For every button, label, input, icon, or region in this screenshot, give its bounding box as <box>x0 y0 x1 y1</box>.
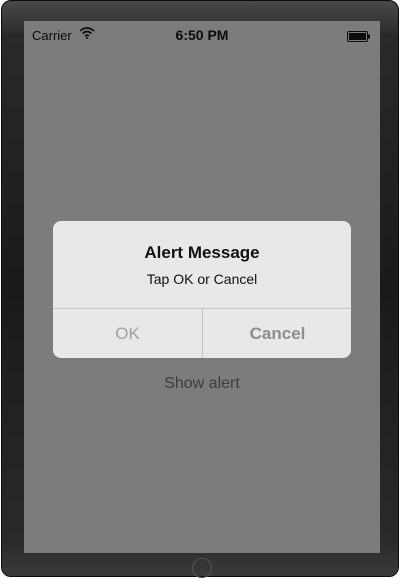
screen: Carrier 6:50 PM Alert Message Tap OK or … <box>24 21 380 553</box>
ok-button[interactable]: OK <box>53 309 202 358</box>
home-button[interactable] <box>192 558 212 578</box>
show-alert-button[interactable]: Show alert <box>24 375 380 393</box>
status-bar: Carrier 6:50 PM <box>24 21 380 49</box>
battery-icon <box>347 30 371 42</box>
cancel-button[interactable]: Cancel <box>203 309 351 358</box>
alert-message: Tap OK or Cancel <box>146 271 258 287</box>
alert-title: Alert Message <box>144 243 260 262</box>
alert-dialog: Alert Message Tap OK or Cancel OK Cancel <box>53 221 351 358</box>
device-frame: Carrier 6:50 PM Alert Message Tap OK or … <box>1 0 399 578</box>
status-time: 6:50 PM <box>175 27 229 43</box>
